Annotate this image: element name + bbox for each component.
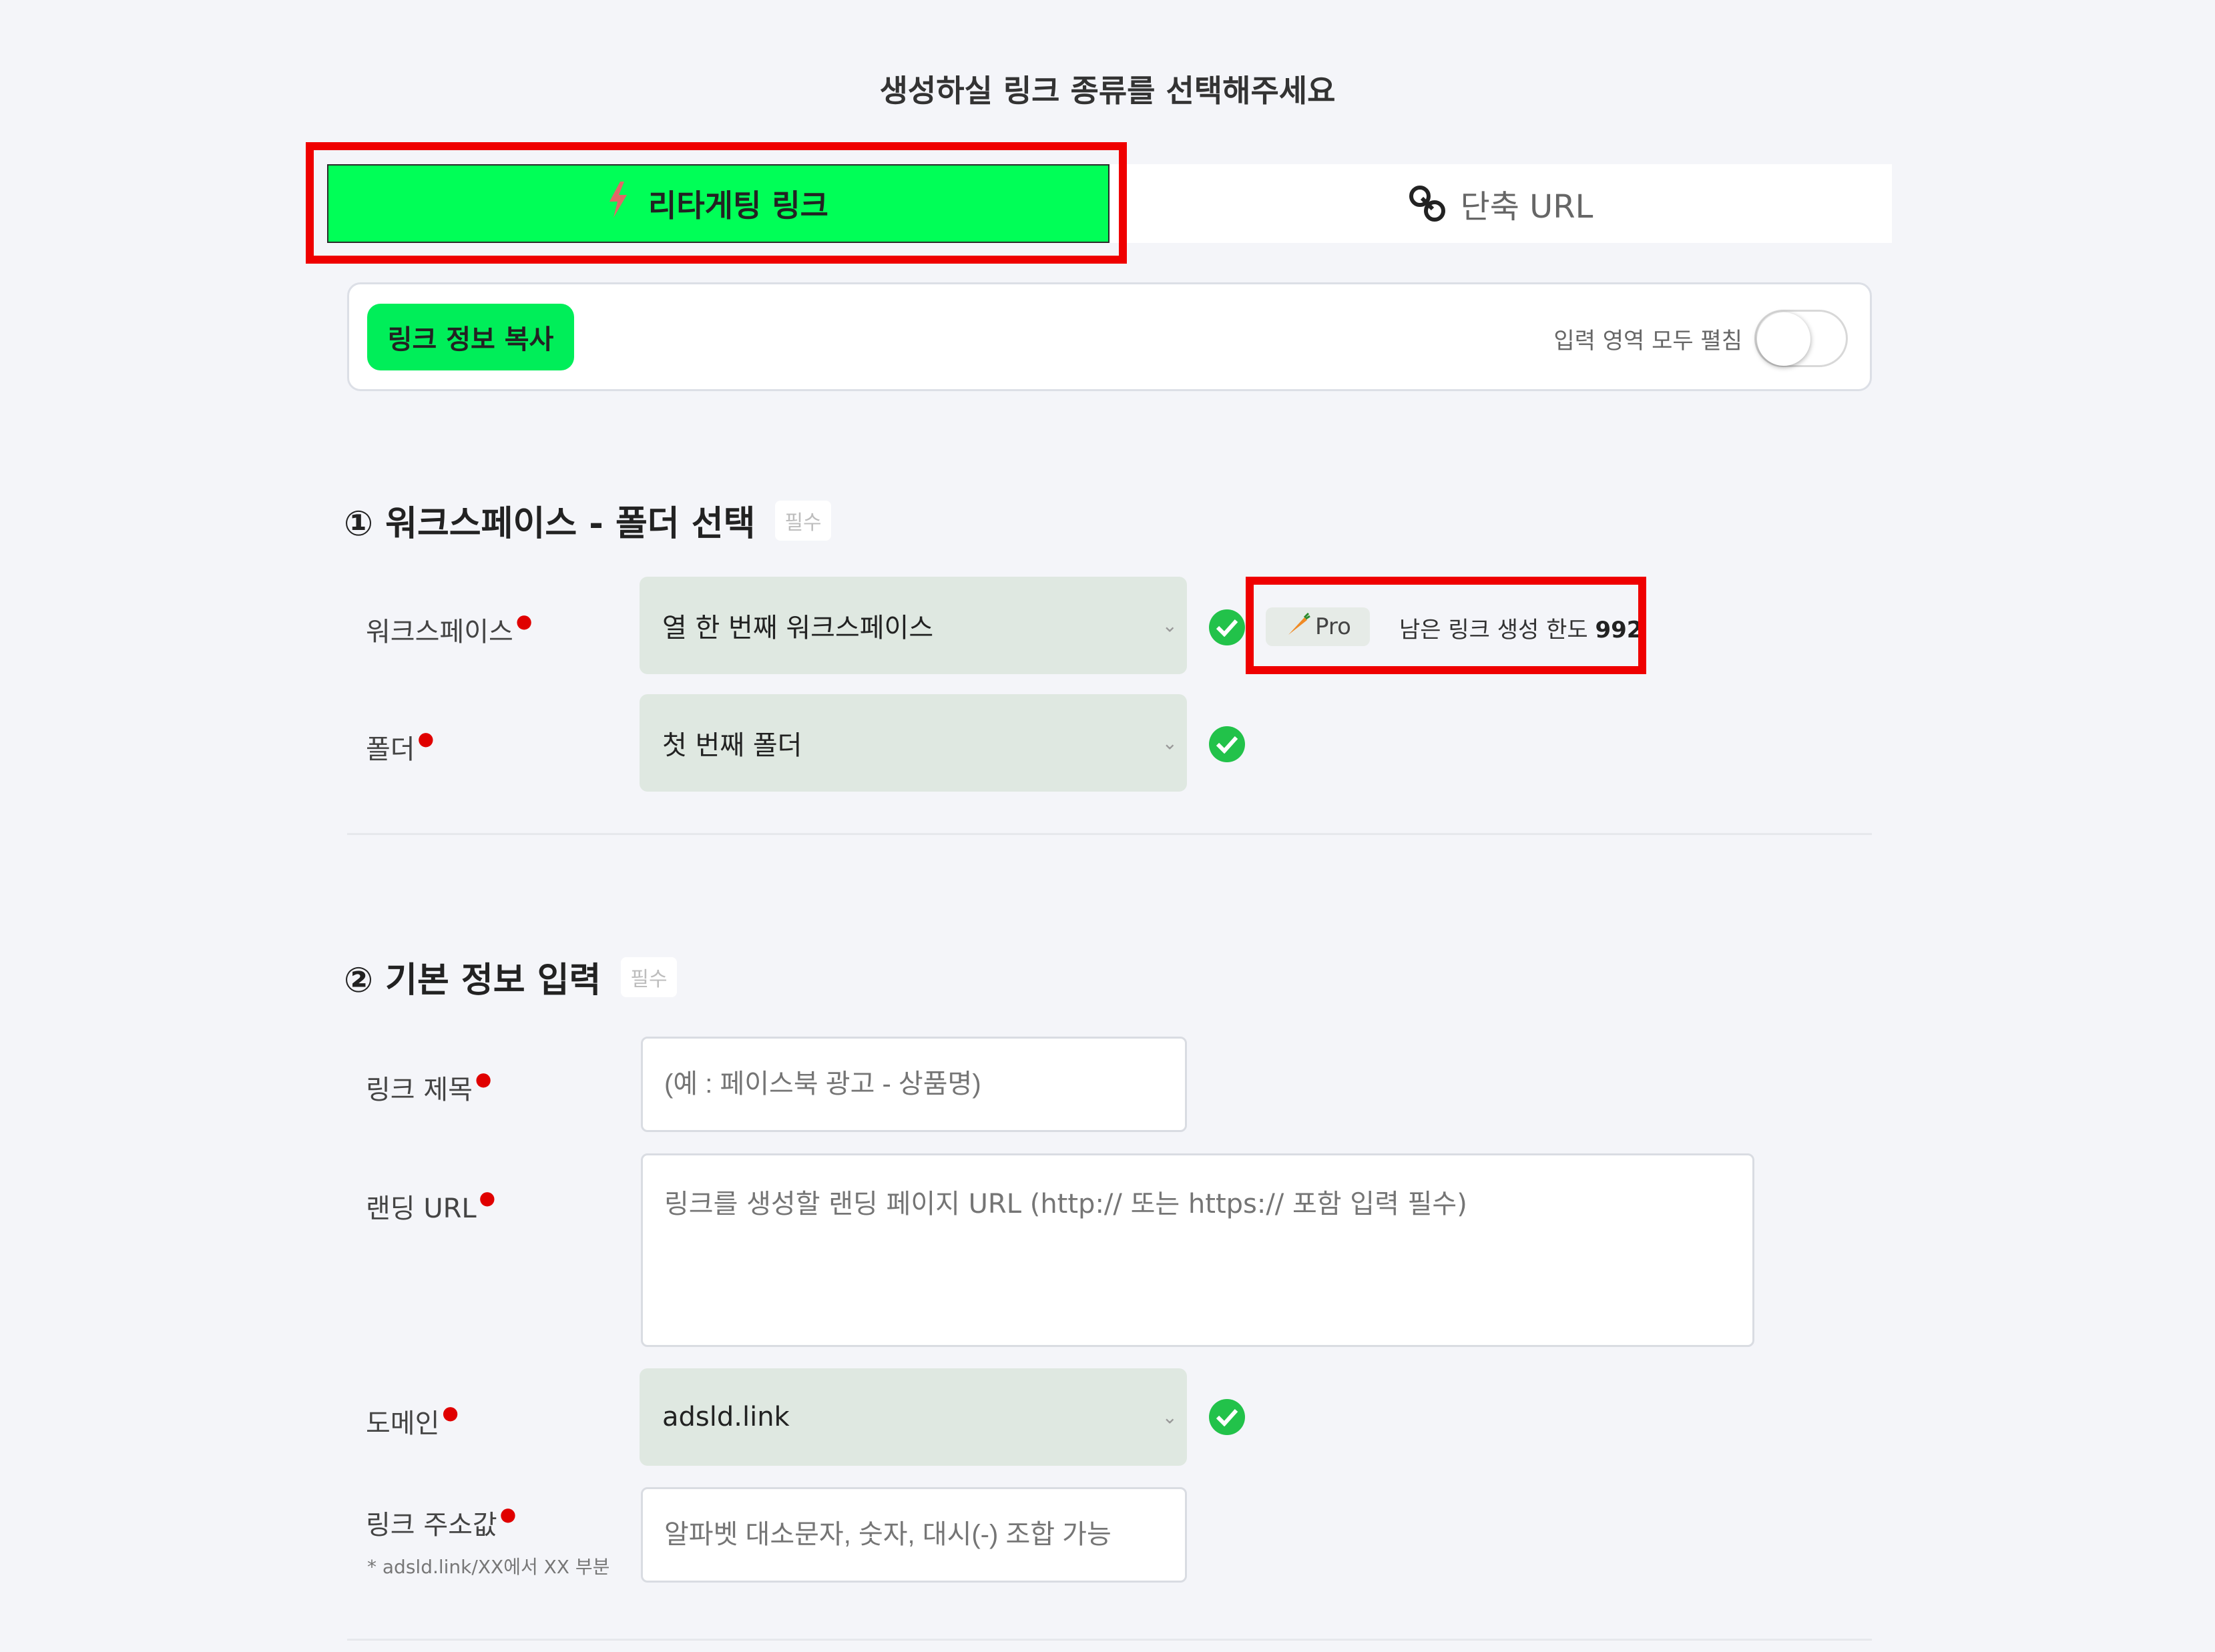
chevron-down-icon: ⌄ [1162, 732, 1178, 754]
page-title: 생성하실 링크 종류를 선택해주세요 [879, 73, 1336, 109]
required-dot: ● [479, 1187, 496, 1209]
check-icon [1209, 609, 1245, 645]
domain-select[interactable]: adsld.link ⌄ [640, 1368, 1187, 1466]
link-chain-icon [1409, 186, 1445, 222]
required-dot: ● [515, 610, 533, 632]
section1-title: ① 워크스페이스 - 폴더 선택 [344, 504, 756, 544]
check-icon [1209, 1399, 1245, 1435]
section-divider [347, 1639, 1872, 1641]
domain-label-text: 도메인 [366, 1408, 440, 1439]
slug-hint: * adsld.link/XX에서 XX 부분 [367, 1556, 610, 1578]
expand-all-label: 입력 영역 모두 펼침 [1553, 328, 1742, 354]
slug-label: 링크 주소값 ● [366, 1503, 516, 1542]
slug-label-text: 링크 주소값 [366, 1510, 497, 1541]
required-badge: 필수 [621, 956, 677, 997]
landing-url-textarea[interactable] [641, 1153, 1754, 1347]
domain-value: adsld.link [662, 1402, 790, 1432]
workspace-label-text: 워크스페이스 [366, 617, 513, 647]
link-title-label-text: 링크 제목 [366, 1075, 473, 1105]
domain-label: 도메인 ● [366, 1402, 459, 1440]
required-dot: ● [499, 1503, 517, 1525]
chevron-down-icon: ⌄ [1162, 1406, 1178, 1428]
required-dot: ● [442, 1402, 459, 1424]
required-badge: 필수 [775, 500, 831, 541]
highlight-box-quota [1246, 577, 1646, 674]
link-title-label: 링크 제목 ● [366, 1068, 491, 1107]
slug-input[interactable] [641, 1487, 1187, 1583]
tab-short-url-label: 단축 URL [1460, 188, 1593, 226]
check-icon [1209, 726, 1245, 762]
workspace-select[interactable]: 열 한 번째 워크스페이스 ⌄ [640, 577, 1187, 674]
toggle-knob[interactable] [1757, 312, 1810, 366]
tab-short-url[interactable]: 단축 URL [1110, 164, 1892, 243]
link-title-input[interactable] [641, 1037, 1187, 1132]
section-divider [347, 833, 1872, 835]
folder-select[interactable]: 첫 번째 폴더 ⌄ [640, 694, 1187, 792]
required-dot: ● [475, 1068, 492, 1090]
highlight-box-retargeting [306, 142, 1127, 264]
folder-label: 폴더 ● [366, 728, 434, 766]
copy-link-info-button[interactable]: 링크 정보 복사 [367, 304, 574, 370]
required-dot: ● [417, 728, 435, 750]
section2-title: ② 기본 정보 입력 [344, 960, 601, 1001]
workspace-value: 열 한 번째 워크스페이스 [662, 613, 934, 643]
workspace-label: 워크스페이스 ● [366, 610, 532, 649]
folder-label-text: 폴더 [366, 734, 415, 765]
folder-value: 첫 번째 폴더 [662, 730, 802, 761]
landing-url-label-text: 랜딩 URL [366, 1193, 477, 1224]
chevron-down-icon: ⌄ [1162, 614, 1178, 637]
landing-url-label: 랜딩 URL ● [366, 1187, 495, 1225]
